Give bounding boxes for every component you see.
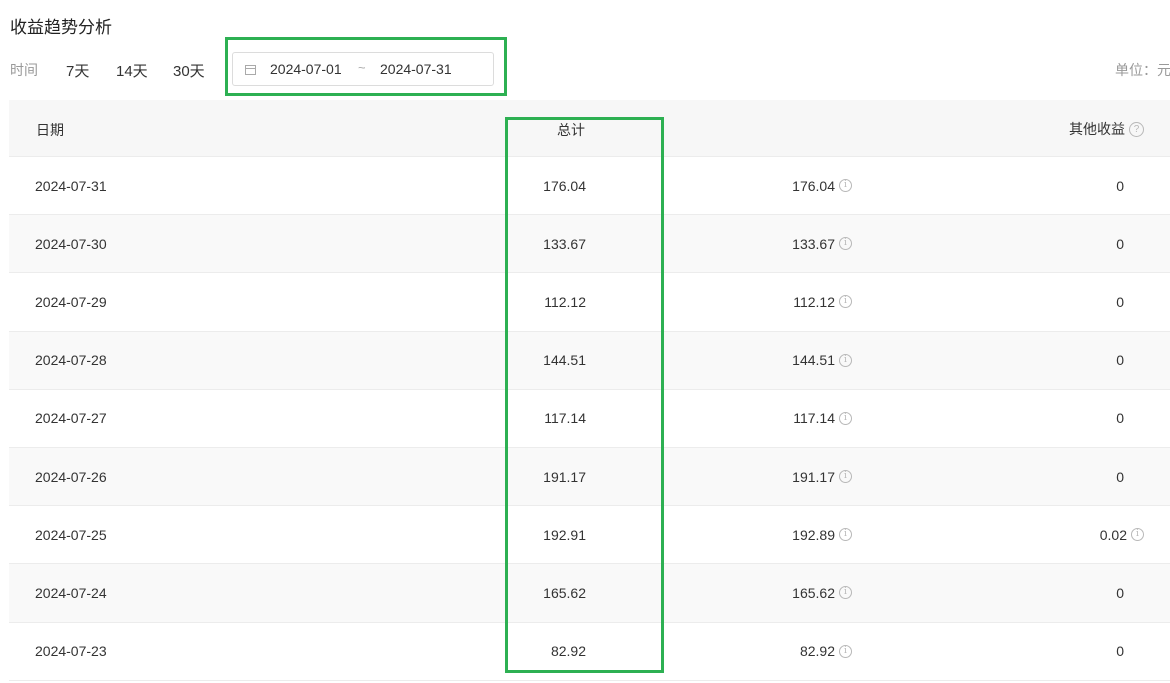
cell-date: 2024-07-27 — [35, 410, 107, 427]
table-row: 2024-07-30 133.67 133.67 i 0 — [9, 215, 1170, 274]
date-range-picker[interactable]: 2024-07-01 ~ 2024-07-31 — [232, 52, 494, 86]
header-date: 日期 — [36, 122, 64, 138]
filter-toolbar: 时间 7天 14天 30天 2024-07-01 ~ 2024-07-31 单位… — [0, 52, 1170, 86]
cell-date: 2024-07-24 — [35, 584, 107, 601]
cell-date: 2024-07-31 — [35, 177, 107, 194]
header-total: 总计 — [557, 122, 585, 138]
cell-main-earnings: 82.92 i — [800, 643, 852, 659]
cell-main-value: 144.51 — [792, 352, 835, 369]
cell-date: 2024-07-23 — [35, 643, 107, 660]
info-icon[interactable]: i — [839, 586, 852, 600]
cell-other-value: 0 — [1116, 235, 1124, 252]
info-icon[interactable]: i — [839, 179, 852, 193]
cell-other-earnings: 0 — [1116, 643, 1124, 659]
cell-total: 133.67 — [543, 235, 586, 252]
date-start-value: 2024-07-01 — [270, 61, 342, 77]
cell-other-value: 0.02 — [1099, 526, 1127, 543]
cell-other-value: 0 — [1116, 352, 1124, 369]
cell-date: 2024-07-30 — [35, 235, 107, 252]
cell-other-earnings: 0 — [1116, 236, 1124, 252]
range-7-days-button[interactable]: 7天 — [66, 60, 89, 81]
cell-other-value: 0 — [1116, 177, 1124, 194]
cell-date: 2024-07-26 — [35, 468, 107, 485]
range-14-days-button[interactable]: 14天 — [116, 60, 148, 81]
table-header: 日期 总计 其他收益 ? — [9, 100, 1170, 157]
table-row: 2024-07-23 82.92 82.92 i 0 — [9, 623, 1170, 681]
cell-main-earnings: 176.04 i — [792, 178, 852, 194]
cell-other-value: 0 — [1116, 643, 1124, 660]
time-label: 时间 — [10, 62, 38, 78]
cell-other-earnings: 0 — [1116, 178, 1124, 194]
header-other-label: 其他收益 — [1069, 121, 1125, 137]
help-icon[interactable]: ? — [1129, 121, 1144, 137]
table-row: 2024-07-28 144.51 144.51 i 0 — [9, 331, 1170, 390]
table-row: 2024-07-25 192.91 192.89 i 0.02 i — [9, 506, 1170, 565]
cell-total: 192.91 — [543, 526, 586, 543]
range-30-days-button[interactable]: 30天 — [173, 60, 205, 81]
info-icon[interactable]: i — [839, 644, 852, 658]
cell-main-earnings: 191.17 i — [792, 469, 852, 485]
cell-total: 144.51 — [543, 352, 586, 369]
cell-main-value: 192.89 — [792, 526, 835, 543]
cell-other-value: 0 — [1116, 293, 1124, 310]
cell-main-earnings: 117.14 i — [793, 410, 852, 426]
info-icon[interactable]: i — [839, 353, 852, 367]
info-icon[interactable]: i — [839, 528, 852, 542]
cell-other-value: 0 — [1116, 410, 1124, 427]
table-row: 2024-07-24 165.62 165.62 i 0 — [9, 564, 1170, 623]
unit-label: 单位：元 — [1115, 62, 1170, 78]
cell-main-value: 191.17 — [792, 468, 835, 485]
cell-other-value: 0 — [1116, 468, 1124, 485]
cell-main-value: 165.62 — [792, 584, 835, 601]
earnings-table: 日期 总计 其他收益 ? 2024-07-31 176.04 176.04 i 0 202… — [9, 100, 1170, 681]
page-title: 收益趋势分析 — [10, 18, 112, 37]
table-row: 2024-07-26 191.17 191.17 i 0 — [9, 447, 1170, 507]
date-separator: ~ — [358, 60, 366, 75]
cell-other-earnings: 0 — [1116, 352, 1124, 368]
cell-other-earnings: 0.02 i — [1100, 527, 1144, 543]
cell-total: 82.92 — [550, 643, 586, 660]
cell-main-value: 82.92 — [799, 643, 835, 660]
table-row: 2024-07-27 117.14 117.14 i 0 — [9, 390, 1170, 448]
info-icon[interactable]: i — [839, 470, 852, 484]
cell-other-earnings: 0 — [1116, 410, 1124, 426]
cell-date: 2024-07-25 — [35, 526, 107, 543]
cell-other-earnings: 0 — [1116, 585, 1124, 601]
cell-total: 112.12 — [544, 293, 586, 310]
cell-main-earnings: 144.51 i — [792, 352, 852, 368]
table-row: 2024-07-31 176.04 176.04 i 0 — [9, 157, 1170, 216]
table-row: 2024-07-29 112.12 112.12 i 0 — [9, 273, 1170, 332]
cell-other-earnings: 0 — [1116, 294, 1124, 310]
cell-date: 2024-07-28 — [35, 352, 107, 369]
header-other-earnings: 其他收益 ? — [1069, 119, 1144, 139]
cell-total: 176.04 — [543, 177, 586, 194]
cell-main-earnings: 192.89 i — [792, 527, 852, 543]
cell-other-value: 0 — [1116, 584, 1124, 601]
date-end-value: 2024-07-31 — [380, 61, 452, 77]
cell-total: 191.17 — [543, 468, 586, 485]
table-body: 2024-07-31 176.04 176.04 i 0 2024-07-30 133.67… — [9, 157, 1170, 681]
calendar-icon — [245, 65, 256, 75]
cell-total: 117.14 — [544, 410, 586, 427]
info-icon[interactable]: i — [839, 237, 852, 251]
info-icon[interactable]: i — [839, 411, 852, 425]
cell-date: 2024-07-29 — [35, 293, 107, 310]
info-icon[interactable]: i — [839, 295, 852, 309]
info-icon[interactable]: i — [1131, 528, 1144, 542]
cell-main-value: 117.14 — [793, 410, 835, 427]
cell-main-earnings: 133.67 i — [792, 236, 852, 252]
cell-main-value: 112.12 — [793, 293, 835, 310]
cell-main-value: 176.04 — [792, 177, 835, 194]
cell-main-earnings: 112.12 i — [793, 294, 852, 310]
cell-main-value: 133.67 — [792, 235, 835, 252]
cell-other-earnings: 0 — [1116, 469, 1124, 485]
cell-main-earnings: 165.62 i — [792, 585, 852, 601]
cell-total: 165.62 — [543, 584, 586, 601]
